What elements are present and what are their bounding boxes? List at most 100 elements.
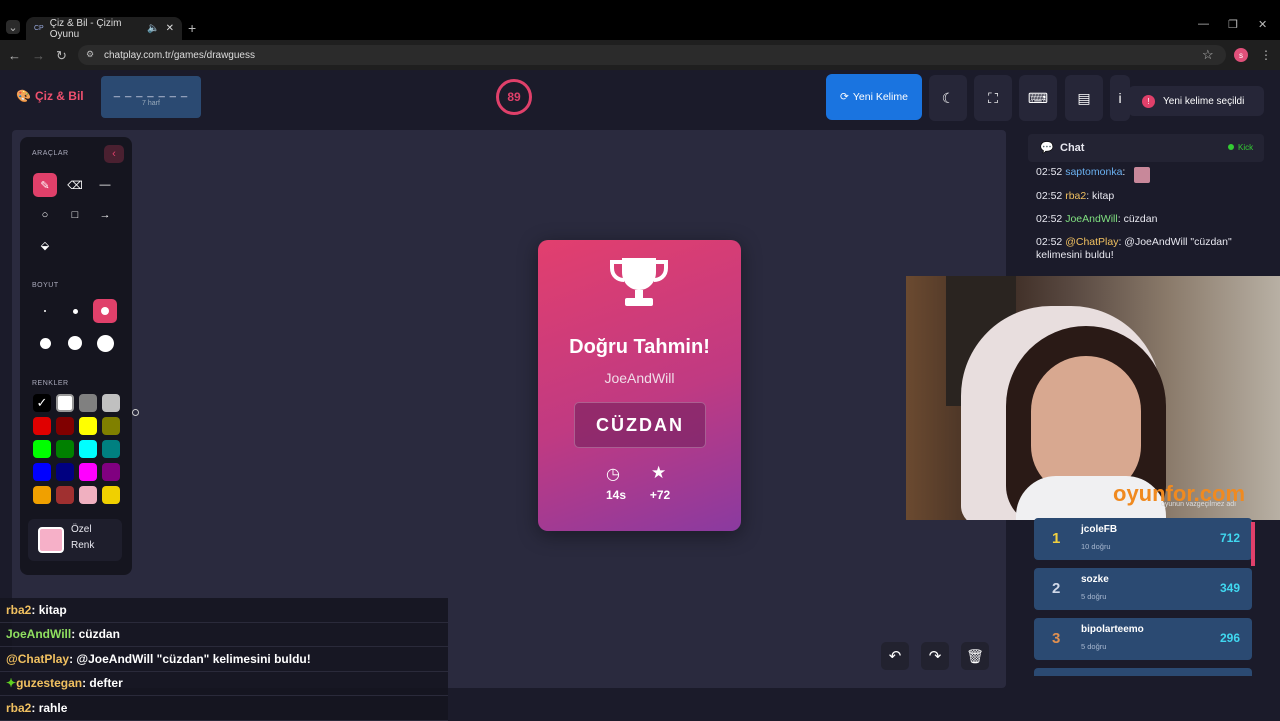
star-icon: ★ — [651, 463, 667, 482]
overlay-chat-message: @ChatPlay : @JoeAndWill "cüzdan" kelimes… — [0, 647, 448, 672]
color-swatch[interactable] — [56, 394, 74, 412]
undo-icon[interactable]: ↶ — [881, 642, 909, 670]
size-heading: BOYUT — [32, 282, 59, 289]
rectangle-icon[interactable]: □ — [63, 203, 87, 227]
color-swatch[interactable] — [33, 463, 51, 481]
color-swatch[interactable] — [79, 463, 97, 481]
new-word-button[interactable]: ⟳ Yeni Kelime — [826, 74, 922, 120]
player-name: jcoleFB — [1081, 524, 1118, 535]
url-text: chatplay.com.tr/games/drawguess — [104, 49, 255, 61]
line-icon[interactable]: — — [93, 173, 117, 197]
color-swatch[interactable] — [56, 463, 74, 481]
site-info-icon[interactable]: ⚙ — [86, 49, 94, 60]
player-score: 296 — [1219, 631, 1240, 645]
rank-number: 2 — [1052, 580, 1061, 597]
overlay-chat-username: rba2 — [6, 700, 32, 715]
chat-username[interactable]: JoeAndWill — [1065, 213, 1118, 225]
color-swatch[interactable] — [79, 486, 97, 504]
size-6-button[interactable] — [93, 331, 117, 355]
app-logo[interactable]: 🎨 Çiz & Bil — [16, 89, 84, 103]
info-button[interactable]: i — [1110, 75, 1130, 121]
menu-kebab-icon[interactable]: ⋮ — [1260, 48, 1272, 62]
color-swatch[interactable] — [102, 486, 120, 504]
color-swatch[interactable] — [102, 394, 120, 412]
fill-bucket-icon[interactable]: ⬙ — [33, 233, 57, 257]
chat-timestamp: 02:52 — [1036, 236, 1066, 248]
toast-text: Yeni kelime seçildi — [1163, 95, 1245, 107]
rank-number: 1 — [1052, 530, 1061, 547]
bookmark-star-icon[interactable]: ☆ — [1202, 47, 1214, 63]
circle-icon[interactable]: ○ — [33, 203, 57, 227]
rank-number: 3 — [1052, 630, 1061, 647]
webcam-overlay: oyunfor.com oyunun vazgeçilmez adı — [906, 276, 1280, 520]
color-swatch[interactable] — [79, 417, 97, 435]
profile-avatar[interactable]: s — [1234, 48, 1248, 62]
trophy-icon — [610, 258, 668, 306]
color-swatch[interactable] — [56, 417, 74, 435]
chat-username[interactable]: @ChatPlay — [1065, 236, 1118, 248]
chat-username[interactable]: saptomonka — [1065, 166, 1122, 178]
color-swatch[interactable] — [102, 417, 120, 435]
player-name: sozke — [1081, 574, 1109, 585]
tab-search-icon[interactable]: ⌄ — [6, 20, 20, 34]
chat-bubbles-icon: 💬 — [1040, 142, 1054, 154]
chat-panel: 💬 Chat Kick 02:52 saptomonka: 02:52 rba2:… — [1026, 134, 1264, 284]
redo-icon[interactable]: ↷ — [921, 642, 949, 670]
minimize-icon[interactable]: — — [1198, 18, 1209, 30]
overlay-chat-username: rba2 — [6, 602, 32, 617]
browser-tab[interactable]: CP Çiz & Bil - Çizim Oyunu 🔈 ✕ — [26, 17, 182, 40]
chat-text: : — [1122, 166, 1126, 178]
color-swatch[interactable] — [33, 417, 51, 435]
color-swatch[interactable] — [33, 486, 51, 504]
collapse-panel-icon[interactable]: ‹ — [104, 145, 124, 163]
size-4-button[interactable] — [33, 331, 57, 355]
custom-color-button[interactable]: Özel Renk — [28, 519, 122, 561]
tab-close-icon[interactable]: ✕ — [166, 23, 174, 34]
window-close-icon[interactable]: ✕ — [1258, 18, 1267, 31]
chat-header: 💬 Chat Kick — [1028, 134, 1264, 162]
app-header: 🎨 Çiz & Bil _ _ _ _ _ _ _ 7 harf 89 ⟳ Yeni… — [0, 70, 1280, 126]
size-1-button[interactable] — [33, 299, 57, 323]
back-icon[interactable]: ← — [8, 48, 21, 63]
webcam-face — [1031, 356, 1141, 496]
color-swatch[interactable] — [79, 394, 97, 412]
dark-mode-icon[interactable]: ☾ — [929, 75, 967, 121]
size-5-button[interactable] — [63, 331, 87, 355]
eraser-icon[interactable]: ⌫ — [63, 173, 87, 197]
toast-notification: ! Yeni kelime seçildi — [1128, 86, 1264, 116]
keyboard-icon[interactable]: ⌨ — [1019, 75, 1057, 121]
forward-icon[interactable]: → — [32, 48, 45, 63]
custom-color-label: Özel — [71, 524, 92, 535]
size-3-button[interactable] — [93, 299, 117, 323]
speaker-icon[interactable]: 🔈 — [147, 23, 159, 34]
size-2-button[interactable] — [63, 299, 87, 323]
new-tab-icon[interactable]: + — [188, 20, 196, 36]
chat-username[interactable]: rba2 — [1065, 190, 1086, 202]
chat-timestamp: 02:52 — [1036, 166, 1066, 178]
color-swatch[interactable] — [79, 440, 97, 458]
scoreboard-scrollbar[interactable] — [1251, 522, 1255, 566]
maximize-icon[interactable]: ❐ — [1228, 18, 1238, 31]
color-swatch[interactable] — [56, 440, 74, 458]
url-input[interactable]: ⚙ chatplay.com.tr/games/drawguess — [78, 45, 1226, 65]
arrow-icon[interactable]: → — [93, 203, 117, 227]
reload-icon[interactable]: ↻ — [56, 48, 67, 64]
fullscreen-icon[interactable]: ⛶ — [974, 75, 1012, 121]
color-palette: ✓ — [33, 394, 125, 504]
player-score: 712 — [1219, 531, 1240, 545]
chat-timestamp: 02:52 — [1036, 213, 1066, 225]
chat-message: 02:52 rba2: kitap — [1036, 190, 1258, 203]
overlay-chat-username: @ChatPlay — [6, 651, 70, 666]
refresh-icon: ⟳ — [840, 91, 849, 103]
color-swatch[interactable] — [56, 486, 74, 504]
player-score: 349 — [1219, 581, 1240, 595]
color-swatch[interactable] — [102, 463, 120, 481]
archive-icon[interactable]: ▤ — [1065, 75, 1103, 121]
pencil-icon[interactable]: ✎ — [33, 173, 57, 197]
trash-icon[interactable]: 🗑 — [961, 642, 989, 670]
overlay-chat-username: JoeAndWill — [6, 627, 72, 642]
color-swatch[interactable] — [33, 440, 51, 458]
color-swatch[interactable] — [102, 440, 120, 458]
leaderboard-row: 2 sozke 5 doğru 349 — [1034, 568, 1252, 610]
color-swatch[interactable]: ✓ — [33, 394, 51, 412]
